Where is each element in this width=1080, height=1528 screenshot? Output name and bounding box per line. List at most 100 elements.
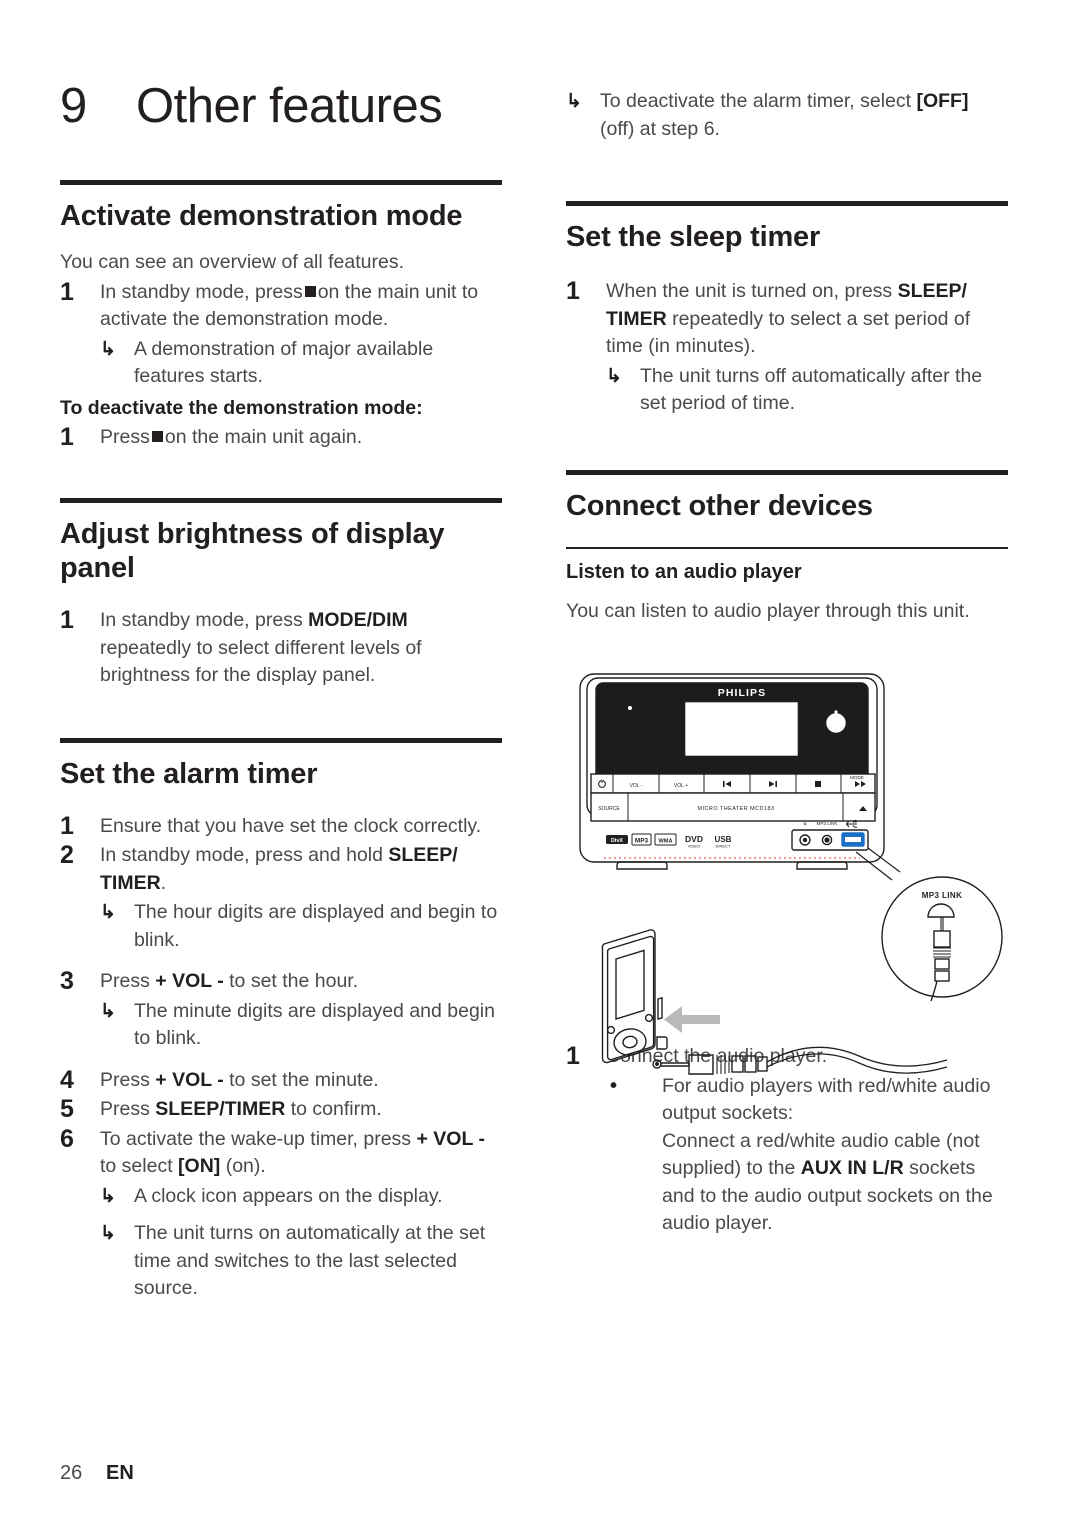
result-item: ↳ The unit turns on automatically at the… (100, 1220, 502, 1303)
step-number: 1 (60, 277, 74, 306)
result-arrow-icon: ↳ (100, 1000, 116, 1022)
step-item: 3 Press + VOL - to set the hour. (60, 968, 502, 996)
result-text: A clock icon appears on the display. (134, 1184, 443, 1207)
result-text: The unit turns on automatically at the s… (134, 1222, 486, 1300)
step-number: 4 (60, 1065, 74, 1094)
section-heading-activate-demo: Activate demonstration mode (60, 200, 463, 232)
volume-knob (826, 713, 846, 733)
step-item: 5 Press SLEEP/TIMER to confirm. (60, 1096, 502, 1124)
stop-square-icon (151, 431, 163, 443)
step-text: Press + VOL - to set the hour. (100, 970, 359, 993)
connect-lead-text: You can listen to audio player through t… (566, 599, 970, 622)
source-button-label: SOURCE (598, 806, 620, 812)
insert-arrow-icon (664, 1006, 720, 1033)
plug-grip (712, 1055, 730, 1074)
audio-cable-edge (766, 1053, 948, 1074)
step-text: Press on the main unit again. (100, 426, 363, 449)
stop-square-icon (304, 285, 316, 297)
step-text: Press + VOL - to set the minute. (100, 1068, 379, 1091)
result-text: The hour digits are displayed and begin … (134, 901, 498, 951)
audio-player-side-button (656, 1036, 668, 1050)
result-item: ↳ The hour digits are displayed and begi… (100, 899, 502, 954)
step-number: 6 (60, 1124, 74, 1153)
result-item: ↳ The minute digits are displayed and be… (100, 998, 502, 1053)
section-set-alarm-timer: Set the alarm timer 1 Ensure that you ha… (60, 737, 502, 1303)
result-arrow-icon: ↳ (606, 365, 622, 387)
result-item: ↳ To deactivate the alarm timer, select … (566, 88, 1008, 143)
result-item: ↳ A clock icon appears on the display. (100, 1183, 502, 1211)
plug-collar-c (757, 1056, 768, 1072)
audio-player-side-slot (657, 996, 663, 1020)
step-text: In standby mode, press MODE/DIM repeated… (100, 609, 422, 687)
step-item: 1 In standby mode, press on the main unit… (60, 277, 502, 334)
svg-text:DIRECT: DIRECT (716, 844, 731, 849)
section-heading-connect-devices: Connect other devices (566, 489, 873, 522)
svg-text:MP3: MP3 (635, 838, 649, 845)
section-rule (60, 497, 502, 503)
svg-text:WMA: WMA (659, 839, 673, 845)
step-item: 4 Press + VOL - to set the minute. (60, 1065, 502, 1095)
result-item: ↳ A demonstration of major available fea… (100, 336, 502, 391)
svg-text:DivX: DivX (611, 838, 623, 844)
step-number: 1 (566, 277, 580, 306)
step-number: 1 (60, 423, 74, 452)
step-text: In standby mode, press and hold SLEEP/ T… (100, 844, 458, 894)
result-arrow-icon: ↳ (566, 91, 582, 112)
stop-icon (815, 781, 821, 787)
audio-player-body (601, 929, 656, 1064)
subsection-rule (566, 546, 1008, 549)
step-item: 2 In standby mode, press and hold SLEEP/… (60, 842, 502, 897)
section-connect-other-devices: Connect other devices Listen to an audio… (566, 469, 1008, 626)
model-name-label: MICRO THEATER MCD183 (698, 806, 775, 812)
step-number: 5 (60, 1095, 74, 1124)
vol-down-label: VOL - (630, 783, 643, 789)
chapter-title: Other features (136, 79, 443, 133)
result-text: To deactivate the alarm timer, select [O… (600, 90, 969, 140)
subsection-heading-listen-audio-player: Listen to an audio player (566, 560, 802, 583)
knob-marker-icon (834, 710, 838, 714)
section-activate-demo: Activate demonstration mode You can see … (60, 180, 502, 452)
mp3-link-jack-label: MP3 LINK (817, 821, 839, 826)
step-number: 1 (60, 606, 74, 635)
section-set-sleep-timer: Set the sleep timer 1 When the unit is t… (566, 201, 1008, 418)
step-text: In standby mode, press on the main unit t… (100, 280, 479, 331)
unit-foot-left (616, 861, 668, 870)
philips-logo: PHILIPS (718, 687, 767, 699)
result-text: The unit turns off automatically after t… (640, 364, 983, 415)
svg-text:DVD: DVD (685, 834, 703, 844)
page-title: 9 Other features (60, 78, 443, 134)
plug-pin (660, 1062, 690, 1067)
ir-sensor-icon (628, 706, 632, 710)
connection-diagram: PHILIPS VOL - VOL + MODE SOURCE MICRO TH… (560, 652, 1010, 1112)
svg-text:VIDEO: VIDEO (688, 844, 700, 849)
manual-page: 9 Other features Activate demonstration … (0, 0, 1080, 1528)
step-item: 1 In standby mode, press MODE/DIM repeat… (60, 607, 502, 690)
result-arrow-icon: ↳ (100, 902, 116, 924)
plug-barrel (688, 1054, 714, 1075)
result-text: The minute digits are displayed and begi… (134, 999, 495, 1050)
section-rule (566, 201, 1008, 206)
section-rule (566, 469, 1008, 475)
mode-button-label: MODE (850, 775, 864, 780)
footer-language-code: EN (106, 1462, 134, 1484)
step-number: 1 (60, 811, 74, 840)
step-item: 1 Press on the main unit again. (60, 424, 502, 452)
section-heading-alarm-timer: Set the alarm timer (60, 757, 318, 790)
step-text: To activate the wake-up timer, press + V… (100, 1127, 485, 1178)
unit-lcd-screen (685, 702, 798, 756)
step-item: 1 Ensure that you have set the clock cor… (60, 811, 502, 841)
section-adjust-brightness: Adjust brightness of display panel 1 In … (60, 497, 502, 690)
demo-lead-text: You can see an overview of all features. (60, 251, 404, 274)
result-arrow-icon: ↳ (100, 1185, 116, 1207)
section-heading-sleep-timer: Set the sleep timer (566, 221, 821, 253)
result-text: A demonstration of major available featu… (134, 337, 434, 388)
result-arrow-icon: ↳ (100, 338, 116, 360)
step-item: 1 When the unit is turned on, press SLEE… (566, 278, 1008, 361)
step-number: 3 (60, 967, 74, 996)
result-item: ↳ The unit turns off automatically after… (606, 363, 1008, 418)
footer-page-number: 26 (60, 1462, 83, 1484)
result-arrow-icon: ↳ (100, 1223, 116, 1245)
step-item: 6 To activate the wake-up timer, press +… (60, 1124, 502, 1181)
step-text: Ensure that you have set the clock corre… (100, 814, 482, 837)
step-text: Press SLEEP/TIMER to confirm. (100, 1098, 382, 1121)
